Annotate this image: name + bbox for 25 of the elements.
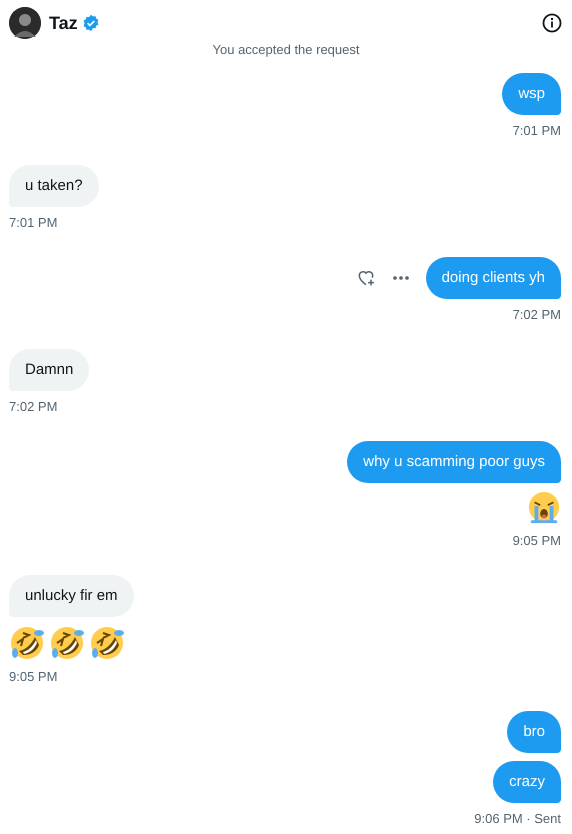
message-bubble: crazy: [493, 761, 561, 803]
contact-name: Taz: [49, 12, 78, 34]
message-bubble: why u scamming poor guys: [347, 441, 561, 483]
timestamp: 9:05 PM: [9, 669, 58, 685]
laughing-emoji-icon: [89, 625, 125, 661]
message-bubble: Damnn: [9, 349, 90, 391]
avatar[interactable]: [9, 7, 41, 39]
system-notice: You accepted the request: [212, 42, 360, 57]
laughing-emoji-icon: [49, 625, 85, 661]
more-icon[interactable]: [392, 275, 410, 281]
timestamp: 7:01 PM: [9, 215, 58, 231]
crying-emoji-icon: [527, 491, 561, 525]
react-icon[interactable]: [356, 268, 376, 288]
laughing-emoji-icon: [9, 625, 45, 661]
timestamp: 7:01 PM: [512, 123, 561, 139]
info-icon[interactable]: [542, 13, 562, 33]
message-bubble: doing clients yh: [426, 257, 561, 299]
message-bubble: wsp: [502, 73, 561, 115]
timestamp: 9:05 PM: [512, 533, 561, 549]
timestamp: 7:02 PM: [9, 399, 58, 415]
message-bubble: unlucky fir em: [9, 575, 134, 617]
message-bubble: u taken?: [9, 165, 99, 207]
timestamp: 7:02 PM: [512, 307, 561, 323]
message-bubble: bro: [507, 711, 561, 753]
timestamp: 9:06 PM · Sent: [474, 811, 561, 827]
